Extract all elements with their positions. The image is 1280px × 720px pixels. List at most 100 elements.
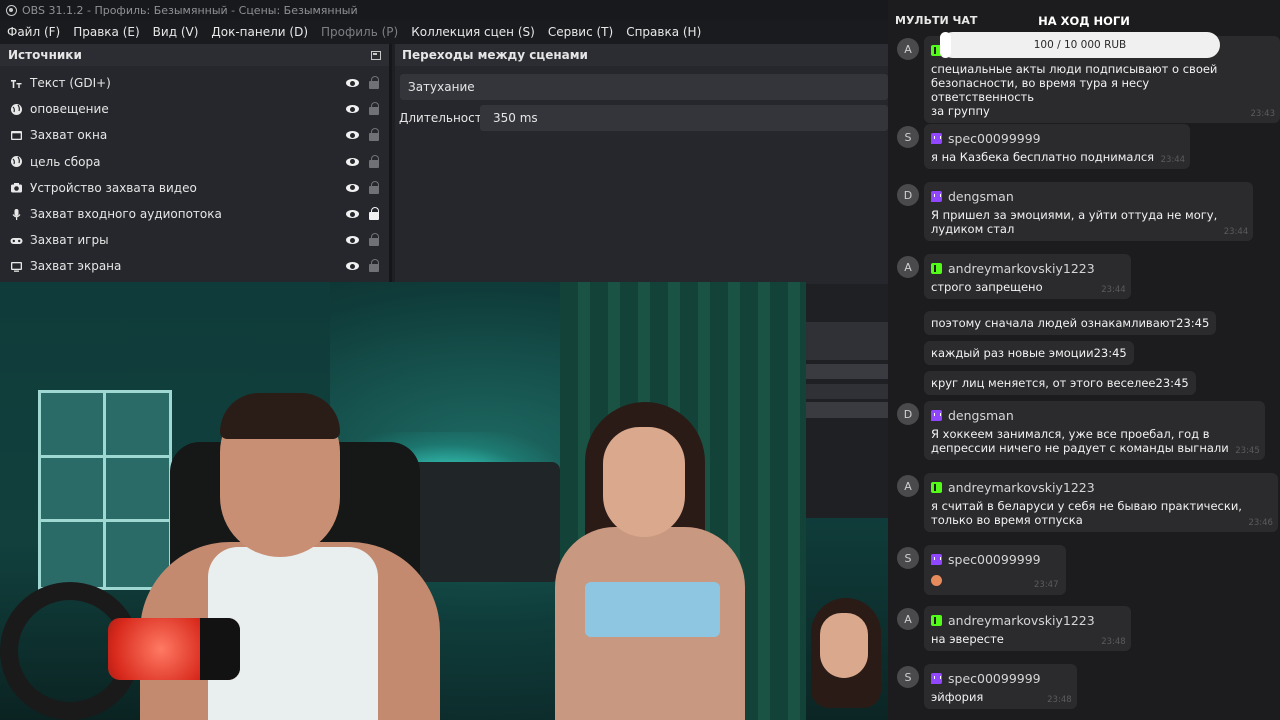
goal-progress-bar: 100 / 10 000 RUB: [940, 32, 1220, 58]
menu-help[interactable]: Справка (H): [626, 25, 701, 39]
transition-select[interactable]: Затухание: [400, 74, 888, 100]
chat-message-text: я считай в беларуси у себя не бываю прак…: [931, 499, 1242, 513]
user-avatar: S: [897, 547, 919, 569]
lock-icon[interactable]: [369, 259, 379, 273]
app-window: OBS 31.1.2 - Профиль: Безымянный - Сцены…: [0, 0, 1280, 720]
source-row[interactable]: Устройство захвата видео: [0, 175, 389, 201]
sources-dock: Источники Текст (GDI+) оповещение Захват о…: [0, 44, 392, 284]
chat-username[interactable]: andreymarkovskiy1223: [948, 613, 1095, 628]
user-avatar: D: [897, 184, 919, 206]
source-name: Текст (GDI+): [30, 76, 111, 91]
visibility-eye-icon[interactable]: [346, 183, 359, 192]
message-time: 23:48: [1101, 637, 1126, 647]
chat-message: dengsman Я хоккеем занимался, уже все про…: [924, 401, 1265, 460]
chat-username[interactable]: dengsman: [948, 189, 1014, 204]
menu-tools[interactable]: Сервис (T): [548, 25, 613, 39]
lock-icon[interactable]: [369, 154, 379, 168]
globe-icon: [10, 155, 23, 168]
source-row[interactable]: Захват экрана: [0, 253, 389, 279]
goal-title: НА ХОД НОГИ: [1038, 14, 1130, 28]
duration-input[interactable]: 350 ms: [480, 105, 888, 131]
visibility-eye-icon[interactable]: [346, 236, 359, 245]
sources-dock-header: Источники: [0, 44, 389, 66]
source-name: цель сбора: [30, 154, 101, 169]
source-name: Захват экрана: [30, 259, 122, 274]
chat-message: поэтому сначала людей ознакамливают23:45: [924, 311, 1217, 335]
message-time: 23:44: [1223, 227, 1249, 237]
visibility-eye-icon[interactable]: [346, 105, 359, 114]
source-list: Текст (GDI+) оповещение Захват окна цель сб…: [0, 66, 389, 280]
twitch-platform-icon: [931, 190, 942, 202]
source-name: Захват окна: [30, 128, 108, 143]
gamepad-icon: [10, 234, 23, 247]
visibility-eye-icon[interactable]: [346, 210, 359, 219]
chat-message-text: специальные акты люди подписывают о свое…: [931, 62, 1218, 76]
chat-username[interactable]: dengsman: [948, 408, 1014, 423]
lock-icon[interactable]: [369, 233, 379, 247]
source-name: Захват входного аудиопотока: [30, 207, 222, 222]
lock-icon[interactable]: [369, 207, 379, 221]
window-title: OBS 31.1.2 - Профиль: Безымянный - Сцены…: [22, 3, 358, 17]
goal-progress-fill: [940, 32, 952, 58]
chat-message-text: Я пришел за эмоциями, а уйти оттуда не м…: [931, 208, 1218, 222]
chat-message: spec00099999 23:47: [924, 545, 1066, 595]
chat-message-text: на эвересте: [931, 632, 1004, 646]
chat-username[interactable]: spec00099999: [948, 552, 1041, 567]
source-row[interactable]: Захват игры: [0, 227, 389, 253]
user-avatar: S: [897, 126, 919, 148]
menu-view[interactable]: Вид (V): [153, 25, 199, 39]
webcam-preview-inset: [806, 518, 888, 720]
chat-username[interactable]: andreymarkovskiy1223: [948, 261, 1095, 276]
multi-chat-panel: МУЛЬТИ ЧАТ Aспециальные акты люди подпис…: [888, 0, 1280, 720]
transitions-title: Переходы между сценами: [402, 48, 588, 62]
user-avatar: A: [897, 475, 919, 497]
menu-profile[interactable]: Профиль (P): [321, 25, 398, 39]
emoji-icon: [931, 575, 942, 586]
chat-message-text: строго запрещено: [931, 280, 1043, 294]
chat-username[interactable]: spec00099999: [948, 131, 1041, 146]
chat-message-text: я на Казбека бесплатно поднимался: [931, 150, 1155, 164]
source-row[interactable]: оповещение: [0, 96, 389, 122]
chat-message-text: за группу: [931, 104, 990, 118]
chat-message: andreymarkovskiy1223 я считай в беларуси …: [924, 473, 1278, 532]
menu-edit[interactable]: Правка (E): [73, 25, 139, 39]
lock-icon[interactable]: [369, 102, 379, 116]
chat-message: andreymarkovskiy1223 на эвересте 23:48: [924, 606, 1131, 651]
source-row[interactable]: Захват входного аудиопотока: [0, 201, 389, 227]
menu-bar: Файл (F) Правка (E) Вид (V) Док-панели (…: [0, 20, 888, 44]
message-time: 23:47: [1034, 580, 1059, 590]
menu-scene-collection[interactable]: Коллекция сцен (S): [411, 25, 535, 39]
twitch-platform-icon: [931, 672, 942, 684]
message-time: 23:43: [1250, 109, 1276, 119]
microphone: [0, 582, 260, 720]
source-row[interactable]: Захват окна: [0, 122, 389, 148]
source-name: оповещение: [30, 102, 109, 117]
kick-platform-icon: [931, 614, 942, 626]
scene-panel-strip: [806, 384, 888, 399]
visibility-eye-icon[interactable]: [346, 131, 359, 140]
goal-progress-text: 100 / 10 000 RUB: [1033, 39, 1127, 51]
chat-username[interactable]: spec00099999: [948, 671, 1041, 686]
visibility-eye-icon[interactable]: [346, 79, 359, 88]
source-row[interactable]: Текст (GDI+): [0, 70, 389, 96]
menu-docks[interactable]: Док-панели (D): [211, 25, 308, 39]
transitions-dock-header: Переходы между сценами: [395, 44, 888, 66]
chat-username[interactable]: andreymarkovskiy1223: [948, 480, 1095, 495]
visibility-eye-icon[interactable]: [346, 262, 359, 271]
chat-message-text: круг лиц меняется, от этого веселее: [931, 376, 1156, 390]
chat-message: каждый раз новые эмоции23:45: [924, 341, 1134, 365]
menu-file[interactable]: Файл (F): [7, 25, 60, 39]
camera-icon: [10, 181, 23, 194]
visibility-eye-icon[interactable]: [346, 157, 359, 166]
lock-icon[interactable]: [369, 128, 379, 142]
user-avatar: D: [897, 403, 919, 425]
chat-message: andreymarkovskiy1223 строго запрещено 23:4…: [924, 254, 1131, 299]
message-time: 23:45: [1093, 346, 1127, 360]
source-row[interactable]: цель сбора: [0, 149, 389, 175]
lock-icon[interactable]: [369, 76, 379, 90]
chat-message: spec00099999 я на Казбека бесплатно подни…: [924, 124, 1191, 169]
lock-icon[interactable]: [369, 180, 379, 194]
text-icon: [10, 77, 23, 90]
undock-icon[interactable]: [371, 50, 381, 60]
window-icon: [10, 129, 23, 142]
